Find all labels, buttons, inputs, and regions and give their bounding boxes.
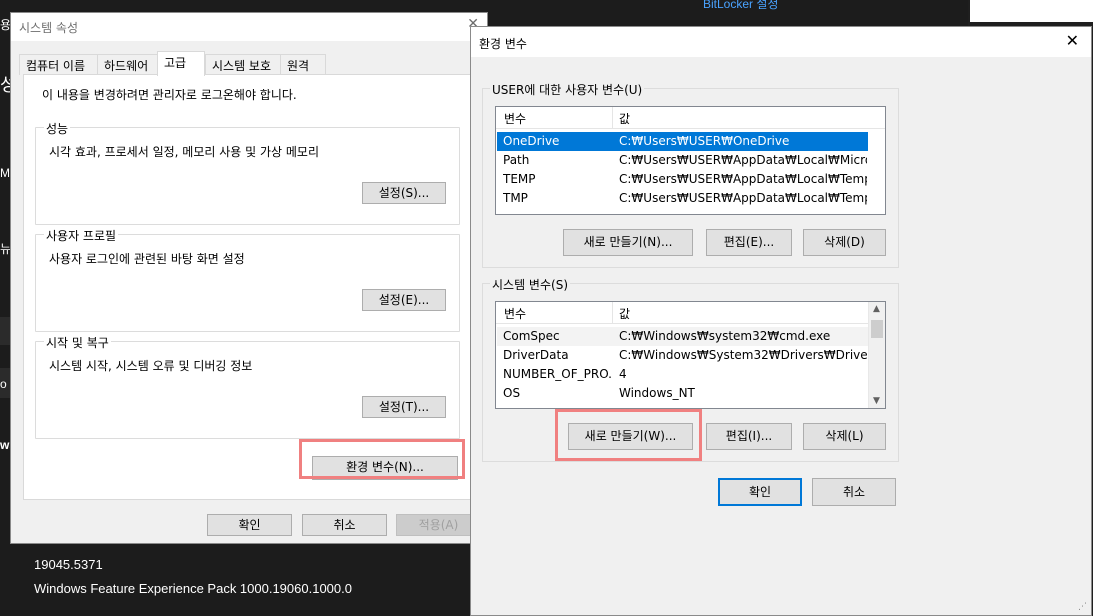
group-label: USER에 대한 사용자 변수(U): [490, 81, 645, 98]
vertical-scrollbar[interactable]: ▲ ▼: [868, 302, 885, 408]
user-edit-button[interactable]: 편집(E)...: [706, 229, 792, 256]
group-description: 사용자 로그인에 관련된 바탕 화면 설정: [49, 252, 245, 266]
variable-name: DriverData: [503, 348, 569, 362]
variable-name: OneDrive: [503, 134, 560, 148]
user-variables-group: USER에 대한 사용자 변수(U) 변수 값 OneDrive C:₩User…: [482, 81, 899, 268]
apply-button[interactable]: 적용(A): [396, 514, 481, 536]
table-row[interactable]: NUMBER_OF_PRO... 4: [497, 365, 868, 384]
table-row[interactable]: OneDrive C:₩Users₩USER₩OneDrive: [497, 132, 868, 151]
variable-name: OS: [503, 386, 521, 400]
group-label: 시스템 변수(S): [490, 276, 570, 293]
tab-hardware[interactable]: 하드웨어: [97, 54, 160, 75]
scroll-down-icon[interactable]: ▼: [873, 396, 880, 406]
user-delete-button[interactable]: 삭제(D): [803, 229, 886, 256]
group-description: 시스템 시작, 시스템 오류 및 디버깅 정보: [49, 359, 253, 373]
table-row[interactable]: OS Windows_NT: [497, 384, 868, 403]
group-description: 시각 효과, 프로세서 일정, 메모리 사용 및 가상 메모리: [49, 145, 319, 159]
highlight-env-button: [299, 439, 465, 479]
system-delete-button[interactable]: 삭제(L): [803, 423, 886, 450]
scroll-up-icon[interactable]: ▲: [873, 304, 880, 314]
dialog-title: 시스템 속성: [19, 21, 79, 35]
dialog-title: 환경 변수: [479, 37, 527, 51]
column-header-variable[interactable]: 변수: [504, 110, 526, 127]
variable-name: TMP: [503, 191, 528, 205]
column-header-value[interactable]: 값: [619, 305, 630, 322]
variable-name: NUMBER_OF_PRO...: [503, 367, 611, 381]
cancel-button[interactable]: 취소: [812, 478, 896, 506]
user-variables-list[interactable]: 변수 값 OneDrive C:₩Users₩USER₩OneDrive Pat…: [495, 106, 886, 215]
tab-system-protection[interactable]: 시스템 보호: [205, 54, 281, 75]
variable-value: Windows_NT: [619, 386, 695, 400]
group-label: 시작 및 복구: [44, 334, 111, 351]
list-header: 변수 값: [496, 107, 885, 129]
ok-button[interactable]: 확인: [718, 478, 802, 506]
admin-note: 이 내용을 변경하려면 관리자로 로그온해야 합니다.: [42, 88, 297, 102]
group-label: 사용자 프로필: [44, 227, 119, 244]
variable-value: C:₩Windows₩system32₩cmd.exe: [619, 329, 831, 343]
list-header: 변수 값: [496, 302, 869, 324]
highlight-system-new-button: [555, 409, 702, 461]
group-label: 성능: [44, 120, 71, 137]
column-separator: [612, 107, 613, 129]
user-profiles-group: 사용자 프로필 사용자 로그인에 관련된 바탕 화면 설정 설정(E)...: [35, 227, 460, 332]
tab-computer-name[interactable]: 컴퓨터 이름: [19, 54, 98, 75]
startup-recovery-group: 시작 및 복구 시스템 시작, 시스템 오류 및 디버깅 정보 설정(T)...: [35, 334, 460, 439]
os-build-version: 19045.5371: [34, 557, 103, 572]
column-header-variable[interactable]: 변수: [504, 305, 526, 322]
startup-recovery-settings-button[interactable]: 설정(T)...: [362, 396, 446, 418]
system-variables-list[interactable]: 변수 값 ComSpec C:₩Windows₩system32₩cmd.exe…: [495, 301, 886, 409]
tab-advanced[interactable]: 고급: [157, 51, 205, 76]
advanced-tab-panel: 이 내용을 변경하려면 관리자로 로그온해야 합니다. 성능 시각 효과, 프로…: [23, 74, 476, 500]
column-separator: [612, 302, 613, 324]
scrollbar-thumb[interactable]: [871, 320, 883, 338]
table-row[interactable]: ComSpec C:₩Windows₩system32₩cmd.exe: [497, 327, 868, 346]
performance-group: 성능 시각 효과, 프로세서 일정, 메모리 사용 및 가상 메모리 설정(S)…: [35, 120, 460, 225]
user-profiles-settings-button[interactable]: 설정(E)...: [362, 289, 446, 311]
system-edit-button[interactable]: 편집(I)...: [706, 423, 792, 450]
environment-variables-dialog: 환경 변수 ✕ USER에 대한 사용자 변수(U) 변수 값 OneDrive…: [470, 26, 1092, 616]
title-bar: 환경 변수 ✕: [471, 27, 1091, 57]
variable-value: C:₩Users₩USER₩AppData₩Local₩Microsof...: [619, 153, 867, 167]
variable-value: C:₩Users₩USER₩AppData₩Local₩Temp: [619, 172, 867, 186]
variable-value: 4: [619, 367, 627, 381]
bg-text-fragment: o: [0, 377, 7, 391]
variable-name: ComSpec: [503, 329, 560, 343]
right-top-white-area: [970, 0, 1093, 22]
cancel-button[interactable]: 취소: [302, 514, 387, 536]
table-row[interactable]: Path C:₩Users₩USER₩AppData₩Local₩Microso…: [497, 151, 868, 170]
table-row[interactable]: TEMP C:₩Users₩USER₩AppData₩Local₩Temp: [497, 170, 868, 189]
variable-value: C:₩Users₩USER₩OneDrive: [619, 134, 790, 148]
variable-value: C:₩Users₩USER₩AppData₩Local₩Temp: [619, 191, 867, 205]
variable-name: TEMP: [503, 172, 536, 186]
resize-grip-icon[interactable]: ⋰: [1078, 602, 1088, 612]
variable-name: Path: [503, 153, 530, 167]
ok-button[interactable]: 확인: [207, 514, 292, 536]
bg-text-fragment: M: [0, 166, 10, 180]
close-icon[interactable]: ✕: [1066, 31, 1079, 50]
table-row[interactable]: DriverData C:₩Windows₩System32₩Drivers₩D…: [497, 346, 868, 365]
performance-settings-button[interactable]: 설정(S)...: [362, 182, 446, 204]
tab-remote[interactable]: 원격: [280, 54, 326, 75]
experience-pack-text: Windows Feature Experience Pack 1000.190…: [34, 581, 352, 596]
user-new-button[interactable]: 새로 만들기(N)...: [563, 229, 693, 256]
column-header-value[interactable]: 값: [619, 110, 630, 127]
title-bar: 시스템 속성 ✕: [11, 13, 487, 41]
bitlocker-settings-link[interactable]: BitLocker 설정: [703, 0, 778, 12]
variable-value: C:₩Windows₩System32₩Drivers₩DriverData: [619, 348, 867, 362]
table-row[interactable]: TMP C:₩Users₩USER₩AppData₩Local₩Temp: [497, 189, 868, 208]
